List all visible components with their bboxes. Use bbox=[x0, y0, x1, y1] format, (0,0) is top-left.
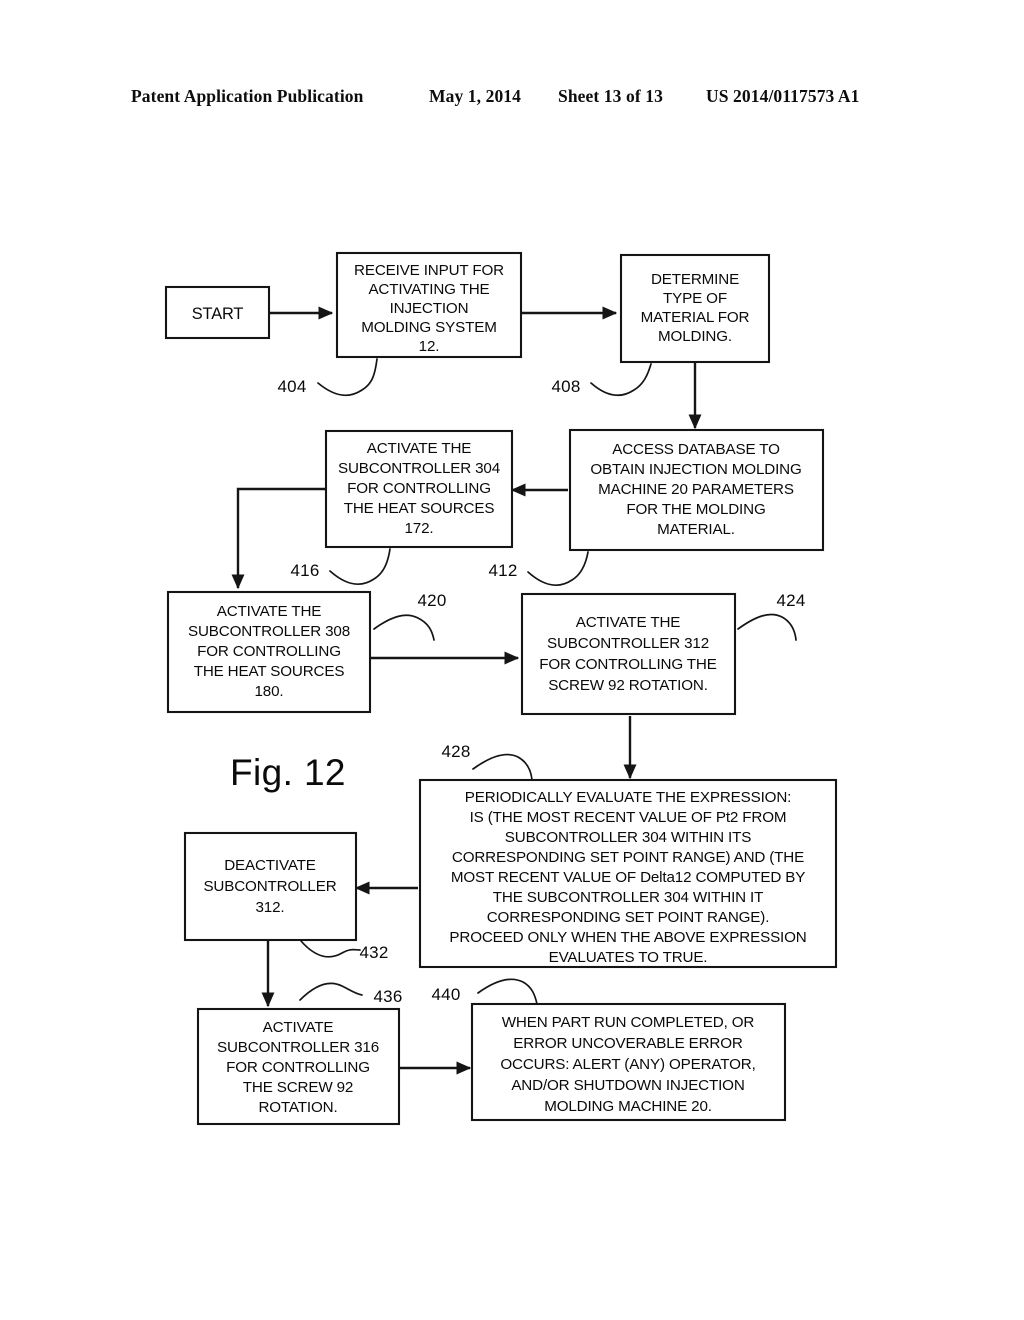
evaluate-expression-node-line-0: PERIODICALLY EVALUATE THE EXPRESSION: bbox=[465, 789, 791, 806]
part-run-complete-node: WHEN PART RUN COMPLETED, OR ERROR UNCOVE… bbox=[470, 1002, 787, 1122]
evaluate-expression-node-line-1: IS (THE MOST RECENT VALUE OF Pt2 FROM bbox=[470, 809, 787, 826]
receive-input-node-line-4: 12. bbox=[419, 338, 440, 355]
receive-input-node-line-0: RECEIVE INPUT FOR bbox=[354, 262, 504, 279]
leader-432 bbox=[300, 940, 361, 958]
ref-numeral-440: 440 bbox=[432, 985, 461, 1004]
evaluate-expression-node-line-8: EVALUATES TO TRUE. bbox=[549, 949, 708, 966]
part-run-complete-node-line-1: ERROR UNCOVERABLE ERROR bbox=[513, 1035, 743, 1052]
activate-subcontroller-304-node: ACTIVATE THE SUBCONTROLLER 304 FOR CONTR… bbox=[324, 429, 514, 549]
part-run-complete-node-line-3: AND/OR SHUTDOWN INJECTION bbox=[511, 1077, 744, 1094]
access-database-node-line-3: FOR THE MOLDING bbox=[626, 501, 765, 518]
figure-12-flowchart: START RECEIVE INPUT FOR ACTIVATING THE I… bbox=[0, 0, 1024, 1320]
evaluate-expression-node-line-4: MOST RECENT VALUE OF Delta12 COMPUTED BY bbox=[451, 869, 805, 886]
deactivate-312-node-line-2: 312. bbox=[256, 899, 285, 916]
access-database-node: ACCESS DATABASE TO OBTAIN INJECTION MOLD… bbox=[568, 428, 825, 552]
activate-subcontroller-316-node: ACTIVATE SUBCONTROLLER 316 FOR CONTROLLI… bbox=[196, 1007, 401, 1126]
access-database-node-line-4: MATERIAL. bbox=[657, 521, 735, 538]
evaluate-expression-node-line-3: CORRESPONDING SET POINT RANGE) AND (THE bbox=[452, 849, 804, 866]
activate-304-node-line-1: SUBCONTROLLER 304 bbox=[338, 460, 500, 477]
activate-308-node-line-4: 180. bbox=[255, 683, 284, 700]
activate-308-node-line-3: THE HEAT SOURCES bbox=[194, 663, 345, 680]
activate-316-node-line-2: FOR CONTROLLING bbox=[226, 1059, 370, 1076]
activate-312-node-line-1: SUBCONTROLLER 312 bbox=[547, 635, 709, 652]
determine-material-node-line-1: TYPE OF bbox=[663, 290, 727, 307]
leader-420 bbox=[373, 614, 435, 641]
leader-440 bbox=[477, 978, 538, 1005]
flowchart-svg: START RECEIVE INPUT FOR ACTIVATING THE I… bbox=[164, 251, 838, 1126]
activate-subcontroller-312-node: ACTIVATE THE SUBCONTROLLER 312 FOR CONTR… bbox=[520, 592, 737, 716]
determine-material-node-line-0: DETERMINE bbox=[651, 271, 739, 288]
receive-input-node: RECEIVE INPUT FOR ACTIVATING THE INJECTI… bbox=[335, 251, 523, 359]
activate-316-node-line-3: THE SCREW 92 bbox=[243, 1079, 353, 1096]
activate-312-node-line-3: SCREW 92 ROTATION. bbox=[548, 677, 708, 694]
ref-numeral-432: 432 bbox=[360, 943, 389, 962]
activate-304-node-line-0: ACTIVATE THE bbox=[367, 440, 472, 457]
determine-material-node-line-3: MOLDING. bbox=[658, 328, 732, 345]
access-database-node-line-2: MACHINE 20 PARAMETERS bbox=[598, 481, 794, 498]
evaluate-expression-node-line-5: THE SUBCONTROLLER 304 WITHIN IT bbox=[493, 889, 763, 906]
activate-304-node-line-3: THE HEAT SOURCES bbox=[344, 500, 495, 517]
receive-input-node-line-3: MOLDING SYSTEM bbox=[361, 319, 496, 336]
leader-424 bbox=[737, 613, 797, 641]
receive-input-node-line-2: INJECTION bbox=[390, 300, 469, 317]
evaluate-expression-node-line-6: CORRESPONDING SET POINT RANGE). bbox=[487, 909, 770, 926]
leader-408 bbox=[590, 363, 652, 397]
part-run-complete-node-line-2: OCCURS: ALERT (ANY) OPERATOR, bbox=[500, 1056, 755, 1073]
determine-material-node-line-2: MATERIAL FOR bbox=[641, 309, 750, 326]
ref-numeral-424: 424 bbox=[777, 591, 806, 610]
activate-316-node-line-4: ROTATION. bbox=[258, 1099, 337, 1116]
part-run-complete-node-line-4: MOLDING MACHINE 20. bbox=[544, 1098, 712, 1115]
activate-304-node-line-2: FOR CONTROLLING bbox=[347, 480, 491, 497]
ref-numeral-416: 416 bbox=[291, 561, 320, 580]
leader-428 bbox=[472, 753, 533, 781]
activate-312-node-line-2: FOR CONTROLLING THE bbox=[539, 656, 716, 673]
evaluate-expression-node-line-7: PROCEED ONLY WHEN THE ABOVE EXPRESSION bbox=[449, 929, 806, 946]
deactivate-subcontroller-312-node: DEACTIVATE SUBCONTROLLER 312. bbox=[183, 831, 358, 942]
activate-308-node-line-1: SUBCONTROLLER 308 bbox=[188, 623, 350, 640]
deactivate-312-node-line-0: DEACTIVATE bbox=[224, 857, 316, 874]
activate-316-node-line-0: ACTIVATE bbox=[263, 1019, 334, 1036]
start-node-line-0: START bbox=[192, 305, 244, 323]
determine-material-node: DETERMINE TYPE OF MATERIAL FOR MOLDING. bbox=[619, 253, 771, 364]
leader-404 bbox=[317, 358, 378, 397]
ref-numeral-436: 436 bbox=[374, 987, 403, 1006]
activate-subcontroller-308-node: ACTIVATE THE SUBCONTROLLER 308 FOR CONTR… bbox=[166, 590, 372, 714]
access-database-node-line-1: OBTAIN INJECTION MOLDING bbox=[590, 461, 801, 478]
activate-312-node-line-0: ACTIVATE THE bbox=[576, 614, 681, 631]
figure-label: Fig. 12 bbox=[230, 752, 346, 793]
access-database-node-line-0: ACCESS DATABASE TO bbox=[612, 441, 780, 458]
patent-page: Patent Application Publication May 1, 20… bbox=[0, 0, 1024, 1320]
part-run-complete-node-line-0: WHEN PART RUN COMPLETED, OR bbox=[502, 1014, 755, 1031]
ref-numeral-404: 404 bbox=[278, 377, 307, 396]
ref-numeral-420: 420 bbox=[418, 591, 447, 610]
leader-416 bbox=[329, 548, 391, 586]
deactivate-312-node-line-1: SUBCONTROLLER bbox=[203, 878, 336, 895]
ref-numeral-408: 408 bbox=[552, 377, 581, 396]
activate-308-node-line-2: FOR CONTROLLING bbox=[197, 643, 341, 660]
ref-numeral-428: 428 bbox=[442, 742, 471, 761]
receive-input-node-line-1: ACTIVATING THE bbox=[368, 281, 489, 298]
leader-412 bbox=[527, 551, 589, 587]
evaluate-expression-node-line-2: SUBCONTROLLER 304 WITHIN ITS bbox=[505, 829, 751, 846]
ref-numeral-412: 412 bbox=[489, 561, 518, 580]
evaluate-expression-node: PERIODICALLY EVALUATE THE EXPRESSION: IS… bbox=[418, 778, 838, 969]
leader-436 bbox=[299, 982, 363, 1001]
activate-308-node-line-0: ACTIVATE THE bbox=[217, 603, 322, 620]
activate-304-node-line-4: 172. bbox=[405, 520, 434, 537]
start-node: START bbox=[164, 285, 271, 340]
activate-316-node-line-1: SUBCONTROLLER 316 bbox=[217, 1039, 379, 1056]
